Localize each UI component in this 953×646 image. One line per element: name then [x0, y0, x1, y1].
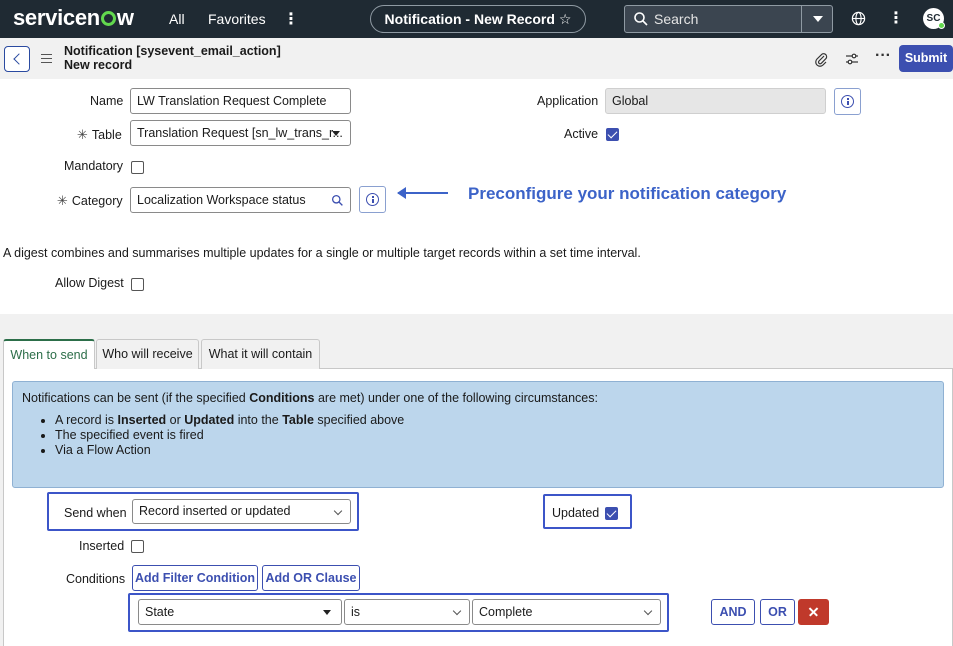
record-state-label: New record: [64, 57, 133, 72]
inserted-checkbox[interactable]: [131, 540, 144, 553]
application-field: Global: [605, 88, 826, 114]
delete-condition-icon[interactable]: [798, 599, 829, 625]
page-title-pill[interactable]: Notification - New Record ☆: [370, 5, 586, 33]
allow-digest-checkbox[interactable]: [131, 278, 144, 291]
category-info-button[interactable]: [359, 186, 386, 213]
allow-digest-label: Allow Digest: [55, 276, 124, 290]
search-icon: [634, 12, 648, 26]
submit-button[interactable]: Submit: [899, 45, 953, 72]
inserted-label: Inserted: [79, 539, 125, 553]
tab-when-to-send[interactable]: When to send: [3, 339, 95, 369]
category-lookup-button[interactable]: [324, 187, 351, 213]
search-icon: [331, 194, 343, 206]
add-or-clause-button[interactable]: Add OR Clause: [262, 565, 360, 591]
or-button[interactable]: OR: [760, 599, 795, 625]
conditions-label: Conditions: [66, 572, 126, 586]
condition-operator-select[interactable]: is: [344, 599, 470, 625]
table-select[interactable]: Translation Request [sn_lw_trans_r...: [130, 120, 351, 146]
form-header: Notification [sysevent_email_action] New…: [0, 38, 953, 79]
send-when-label: Send when: [64, 506, 127, 520]
condition-value-select[interactable]: Complete: [472, 599, 661, 625]
nav-favorites[interactable]: Favorites: [208, 11, 266, 27]
annotation-callout: Preconfigure your notification category: [468, 184, 787, 203]
settings-sliders-icon[interactable]: [844, 51, 860, 67]
info-icon: [366, 193, 379, 206]
info-intro: Notifications can be sent (if the specif…: [22, 391, 598, 405]
search-label: Search: [654, 11, 699, 27]
top-navigation-bar: servicen w All Favorites ⋮ Notification -…: [0, 0, 953, 38]
search-scope-dropdown[interactable]: [801, 6, 832, 32]
application-info-button[interactable]: [834, 88, 861, 115]
tab-who-will-receive[interactable]: Who will receive: [96, 339, 199, 369]
updated-checkbox[interactable]: [605, 507, 618, 520]
nav-more-icon[interactable]: ⋮: [283, 9, 299, 29]
list-item: Via a Flow Action: [55, 443, 404, 458]
condition-field-select[interactable]: State: [138, 599, 342, 625]
required-icon: ✳: [57, 193, 68, 208]
record-table-label: Notification [sysevent_email_action]: [64, 44, 281, 58]
and-button[interactable]: AND: [711, 599, 755, 625]
user-avatar[interactable]: SC: [923, 8, 945, 29]
back-button[interactable]: [4, 46, 30, 72]
list-item: A record is Inserted or Updated into the…: [55, 413, 404, 428]
name-label: Name: [90, 94, 124, 108]
servicenow-logo[interactable]: servicen w: [13, 5, 134, 31]
global-search[interactable]: Search: [624, 5, 833, 33]
digest-description: A digest combines and summarises multipl…: [3, 246, 641, 260]
application-label: Application: [537, 94, 599, 108]
paperclip-icon[interactable]: [813, 51, 829, 67]
send-conditions-info-box: Notifications can be sent (if the specif…: [12, 381, 944, 488]
globe-icon[interactable]: [851, 11, 866, 26]
mandatory-label: Mandatory: [64, 159, 124, 173]
nav-all[interactable]: All: [169, 11, 185, 27]
category-input[interactable]: Localization Workspace status: [130, 187, 325, 213]
table-select-value: Translation Request [sn_lw_trans_r...: [137, 126, 343, 140]
updated-label: Updated: [552, 506, 600, 520]
list-item: The specified event is fired: [55, 428, 404, 443]
top-more-icon[interactable]: ⋮: [888, 8, 904, 28]
active-label: Active: [564, 127, 599, 141]
active-checkbox[interactable]: [606, 128, 619, 141]
form-context-menu-icon[interactable]: [41, 54, 52, 63]
presence-dot-icon: [938, 22, 945, 29]
table-label: ✳ Table: [77, 127, 122, 142]
record-title: Notification [sysevent_email_action] New…: [64, 44, 281, 72]
header-more-icon[interactable]: ···: [875, 47, 891, 65]
info-list: A record is Inserted or Updated into the…: [55, 413, 404, 458]
send-when-select[interactable]: Record inserted or updated: [132, 499, 351, 524]
name-input[interactable]: LW Translation Request Complete: [130, 88, 351, 114]
required-icon: ✳: [77, 127, 88, 142]
add-filter-condition-button[interactable]: Add Filter Condition: [132, 565, 258, 591]
annotation-arrow-icon: [397, 187, 448, 199]
mandatory-checkbox[interactable]: [131, 161, 144, 174]
favorite-star-icon[interactable]: ☆: [559, 11, 572, 27]
page-title: Notification - New Record: [384, 11, 555, 27]
tab-what-it-will-contain[interactable]: What it will contain: [201, 339, 320, 369]
category-label: ✳ Category: [57, 193, 123, 208]
info-icon: [841, 95, 854, 108]
